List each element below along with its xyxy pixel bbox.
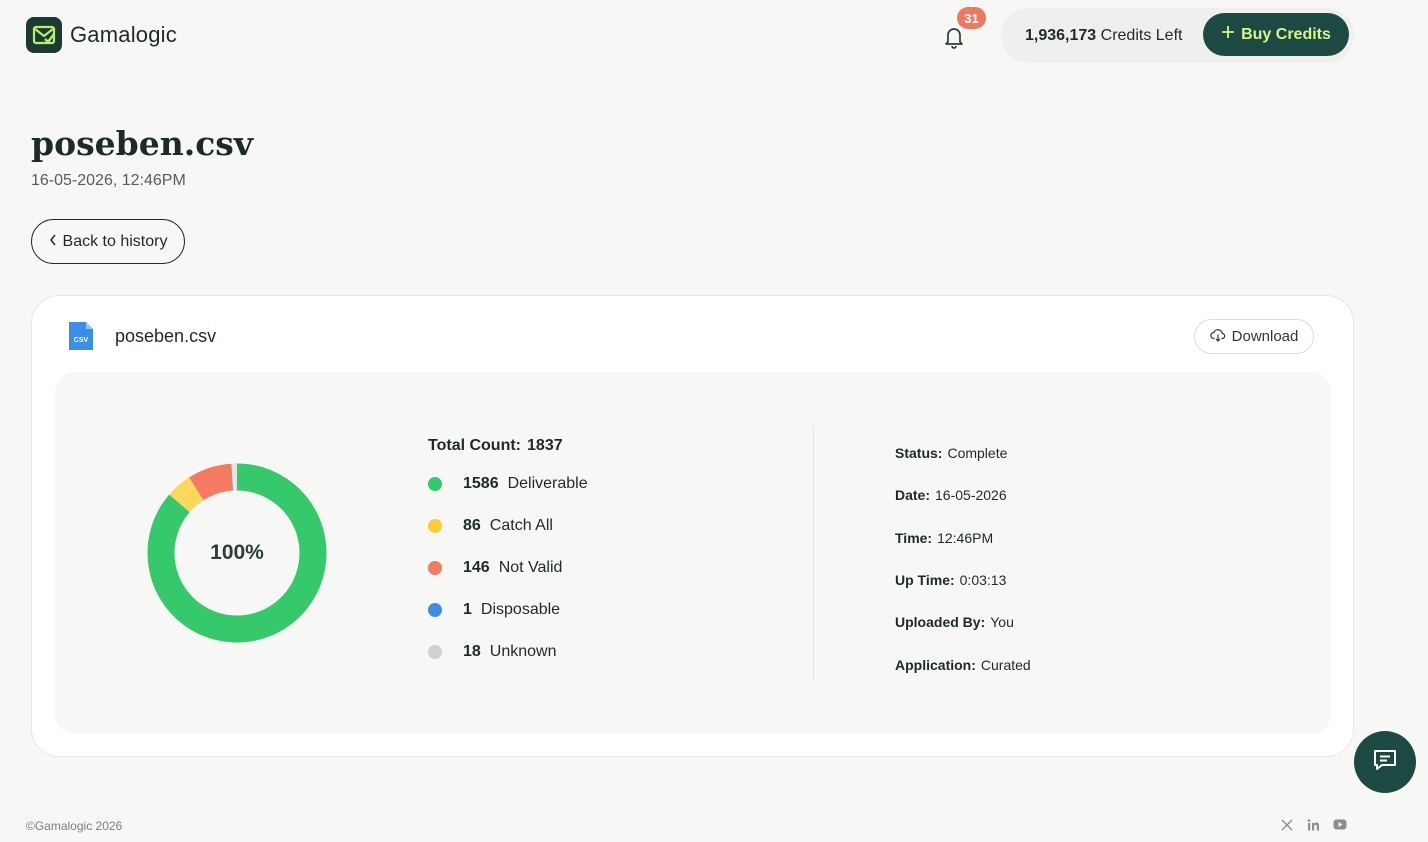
stat-row: 1 Disposable [428,589,588,631]
credits-panel: 1,936,173 Credits Left Buy Credits [1001,8,1354,63]
chat-button[interactable] [1354,731,1416,793]
detail-row: Time: 12:46PM [895,517,1031,559]
detail-row: Date: 16-05-2026 [895,474,1031,516]
download-button[interactable]: Download [1194,319,1314,354]
detail-row: Status: Complete [895,432,1031,474]
detail-label: Application: [895,656,976,673]
plus-icon [1221,25,1235,44]
divider [813,426,814,682]
stat-count: 1586 [463,475,499,492]
notification-badge: 31 [957,7,986,29]
stat-count: 146 [463,559,490,576]
brand-logo[interactable]: Gamalogic [26,17,177,53]
stat-row: 146 Not Valid [428,547,588,589]
status-dot [428,603,442,617]
detail-value: 12:46PM [937,529,994,546]
stat-row: 18 Unknown [428,631,588,673]
detail-value: 0:03:13 [959,572,1007,589]
status-breakdown: Total Count: 1837 1586 Deliverable 86 Catch … [428,437,588,673]
stat-row: 1586 Deliverable [428,463,588,505]
page-subtitle: 16-05-2026, 12:46PM [31,172,186,189]
csv-badge-text: CSV [74,337,89,344]
result-card: CSV poseben.csv Download 100% Total Coun… [31,295,1354,757]
summary-panel: 100% Total Count: 1837 1586 Deliverable 86 C… [55,372,1331,734]
chevron-left-icon [49,233,57,251]
credits-amount: 1,936,173 [1025,26,1097,44]
detail-row: Up Time: 0:03:13 [895,559,1031,601]
detail-value: Complete [947,445,1008,462]
file-details: Status: Complete Date: 16-05-2026 Time: 12:46… [895,432,1031,686]
credits-suffix: Credits Left [1100,26,1183,44]
download-label: Download [1231,328,1299,345]
status-dot [428,561,442,575]
detail-label: Status: [895,445,943,462]
buy-credits-button[interactable]: Buy Credits [1203,13,1349,56]
detail-label: Time: [895,529,933,546]
detail-value: 16-05-2026 [935,487,1007,504]
stat-count: 86 [463,517,481,534]
status-dot [428,645,442,659]
linkedin-icon[interactable] [1307,819,1320,831]
page-title: poseben.csv [31,124,254,163]
stat-label: Catch All [489,517,553,534]
detail-label: Up Time: [895,572,955,589]
total-count-value: 1837 [527,437,563,454]
cloud-download-icon [1209,328,1226,346]
total-count-label: Total Count: [428,437,522,454]
file-name: poseben.csv [115,326,217,346]
csv-file-icon: CSV [67,321,95,351]
detail-label: Uploaded By: [895,614,986,631]
stat-row: 86 Catch All [428,505,588,547]
stat-label: Not Valid [498,559,563,576]
footer-copyright: ©Gamalogic 2026 [26,819,123,833]
stat-label: Unknown [489,643,557,660]
back-to-history-button[interactable]: Back to history [31,219,185,264]
x-icon[interactable] [1281,819,1293,831]
donut-center-label: 100% [210,541,264,564]
credits-left: 1,936,173 Credits Left [1025,27,1182,45]
status-dot [428,519,442,533]
back-label: Back to history [62,232,168,250]
detail-row: Uploaded By: You [895,601,1031,643]
buy-credits-label: Buy Credits [1241,25,1331,43]
brand-name: Gamalogic [70,22,177,47]
total-count: Total Count: 1837 [428,437,588,463]
logo-icon [26,17,62,53]
status-dot [428,477,442,491]
detail-label: Date: [895,487,931,504]
detail-value: You [990,614,1014,631]
detail-value: Curated [980,656,1031,673]
stat-label: Deliverable [507,475,588,492]
chat-icon [1372,748,1398,777]
stat-count: 1 [463,601,472,618]
stat-count: 18 [463,643,481,660]
youtube-icon[interactable] [1333,819,1347,830]
stat-label: Disposable [480,601,561,618]
detail-row: Application: Curated [895,643,1031,685]
